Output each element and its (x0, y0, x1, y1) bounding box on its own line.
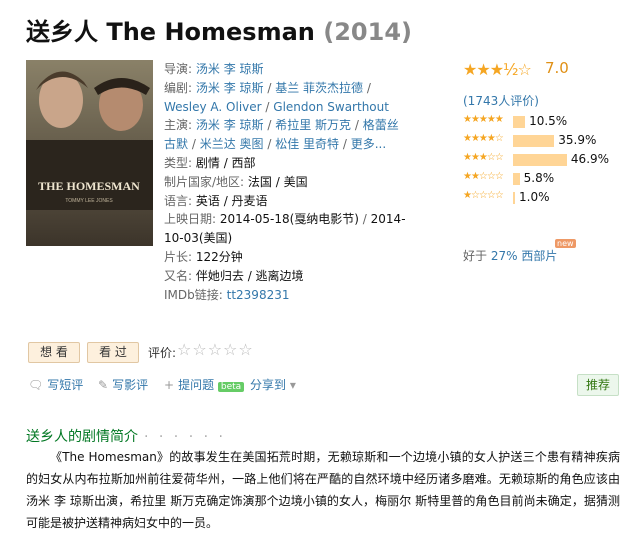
plus-icon: + (164, 378, 175, 392)
dist-stars: ★★★★☆ (463, 133, 504, 144)
write-review-label: 写影评 (112, 378, 149, 392)
genre-row: 类型: 剧情 / 西部 (164, 154, 412, 173)
director-row: 导演: 汤米 李 琼斯 (164, 60, 412, 79)
watched-button[interactable]: 看 过 (87, 342, 139, 363)
dist-bar (513, 192, 515, 204)
movie-year: (2014) (323, 18, 412, 46)
summary-heading: 送乡人的剧情简介 · · · · · · (26, 426, 226, 446)
summary-text: 《The Homesman》的故事发生在美国拓荒时期，无赖琼斯和一个边境小镇的女… (26, 450, 620, 530)
genre-value: 剧情 / 西部 (195, 155, 256, 170)
dist-stars: ★★★★★ (463, 114, 504, 125)
country-row: 制片国家/地区: 法国 / 美国 (164, 173, 412, 192)
runtime-label: 片长: (164, 249, 193, 264)
share-action[interactable]: 分享到 ▾ (250, 376, 300, 393)
dist-stars: ★★☆☆☆ (463, 171, 504, 182)
cast-label: 主演: (164, 118, 193, 133)
poster-image: THE HOMESMAN TOMMY LEE JONES (26, 60, 153, 246)
share-label: 分享到 (250, 378, 287, 392)
page-title: 送乡人 The Homesman (2014) (26, 12, 412, 47)
imdb-link[interactable]: tt2398231 (227, 288, 290, 302)
cast-link-5[interactable]: 松佳 里奇特 (275, 137, 339, 151)
director-link[interactable]: 汤米 李 琼斯 (196, 62, 264, 76)
ask-question-action[interactable]: + 提问题 beta (164, 376, 245, 393)
aka-value: 伴她归去 / 逃离边境 (195, 268, 304, 283)
dist-percent: 35.9% (558, 133, 597, 147)
dist-stars: ★★★☆☆ (463, 152, 504, 163)
ask-question-label: 提问题 (178, 378, 215, 392)
comment-icon: 🗨 (28, 378, 44, 392)
rating-votes-link[interactable]: (1743人评价) (463, 92, 539, 109)
rating-score: 7.0 (545, 59, 569, 77)
summary-heading-text: 送乡人的剧情简介 (26, 429, 138, 445)
runtime-row: 片长: 122分钟 (164, 248, 412, 267)
movie-name: 送乡人 The Homesman (26, 18, 315, 46)
cast-link-4[interactable]: 米兰达 奥图 (200, 137, 264, 151)
comparison-link[interactable]: 27% 西部片 (491, 249, 558, 263)
dist-bar (513, 116, 526, 128)
poster-credit: TOMMY LEE JONES (65, 198, 113, 204)
language-row: 语言: 英语 / 丹麦语 (164, 192, 412, 211)
heading-dots: · · · · · · (144, 429, 226, 445)
cast-more-link[interactable]: 更多... (351, 137, 386, 151)
cast-row: 主演: 汤米 李 琼斯 / 希拉里 斯万克 / 格蕾丝 古默 / 米兰达 奥图 … (164, 118, 399, 152)
recommend-button[interactable]: 推荐 (577, 374, 619, 396)
imdb-label: IMDb链接: (164, 287, 223, 302)
country-value: 法国 / 美国 (247, 174, 308, 189)
write-short-review-label: 写短评 (47, 378, 84, 392)
dist-bar (513, 135, 555, 147)
pencil-icon: ✎ (98, 378, 109, 392)
dist-percent: 5.8% (523, 171, 555, 185)
movie-page: 送乡人 The Homesman (2014) THE HOMESMAN TOM… (0, 0, 637, 543)
beta-badge: beta (217, 382, 245, 392)
dist-percent: 1.0% (519, 190, 550, 204)
director-label: 导演: (164, 62, 193, 76)
runtime-value: 122分钟 (195, 249, 243, 264)
writer-label: 编剧: (164, 80, 193, 95)
new-badge: new (555, 239, 576, 248)
write-review-action[interactable]: ✎ 写影评 (98, 376, 148, 393)
imdb-row: IMDb链接: tt2398231 (164, 286, 412, 305)
genre-comparison: 好于 27% 西部片 new (463, 239, 576, 264)
release-row: 上映日期: 2014-05-18(戛纳电影节) / 2014-10-03(美国) (164, 212, 406, 246)
cast-link-1[interactable]: 汤米 李 琼斯 (196, 118, 264, 132)
write-short-review-action[interactable]: 🗨 写短评 (28, 376, 83, 393)
dist-bar (513, 173, 520, 185)
language-value: 英语 / 丹麦语 (195, 193, 268, 208)
movie-poster[interactable]: THE HOMESMAN TOMMY LEE JONES (26, 60, 153, 246)
chevron-down-icon: ▾ (289, 378, 296, 392)
dist-bar (513, 154, 567, 166)
rate-stars-input[interactable]: ☆☆☆☆☆ (177, 340, 254, 359)
movie-info: 导演: 汤米 李 琼斯 编剧: 汤米 李 琼斯 / 基兰 菲茨杰拉德 / Wes… (164, 60, 412, 304)
aka-row: 又名: 伴她归去 / 逃离边境 (164, 267, 412, 286)
release-label: 上映日期: (164, 212, 217, 227)
release-date-1: 2014-05-18(戛纳电影节) (219, 212, 359, 227)
writer-link-3[interactable]: Wesley A. Oliver (164, 100, 262, 114)
aka-label: 又名: (164, 268, 193, 283)
writer-link-2[interactable]: 基兰 菲茨杰拉德 (275, 81, 363, 95)
writer-link-4[interactable]: Glendon Swarthout (273, 100, 389, 114)
dist-stars: ★☆☆☆☆ (463, 190, 504, 201)
genre-label: 类型: (164, 155, 193, 170)
cast-link-2[interactable]: 希拉里 斯万克 (275, 118, 351, 132)
want-to-watch-button[interactable]: 想 看 (28, 342, 80, 363)
writer-row: 编剧: 汤米 李 琼斯 / 基兰 菲茨杰拉德 / Wesley A. Olive… (164, 80, 389, 114)
dist-percent: 10.5% (529, 114, 568, 128)
dist-percent: 46.9% (570, 152, 610, 166)
poster-title: THE HOMESMAN (38, 179, 140, 193)
writer-link-1[interactable]: 汤米 李 琼斯 (196, 81, 264, 95)
rating-stars: ★★★½☆ (463, 60, 532, 79)
comparison-prefix: 好于 (463, 249, 488, 263)
language-label: 语言: (164, 193, 193, 208)
country-label: 制片国家/地区: (164, 174, 245, 189)
rate-label: 评价: (148, 346, 177, 360)
